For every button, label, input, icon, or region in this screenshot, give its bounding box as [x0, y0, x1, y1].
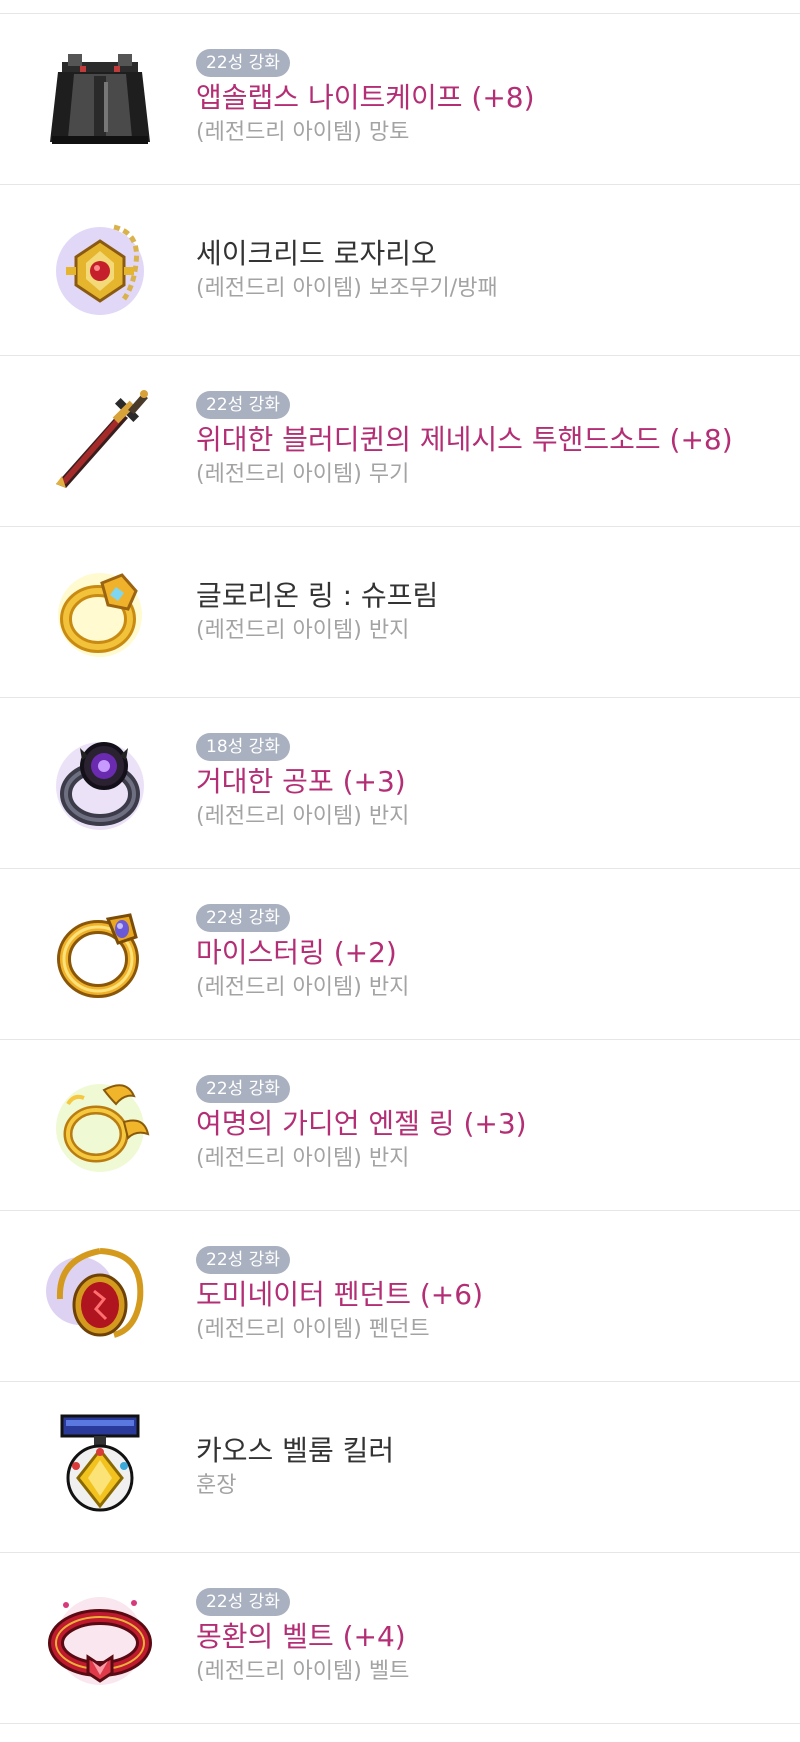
- item-name-text: 마이스터링 (+2): [196, 936, 397, 969]
- list-item[interactable]: 22성 강화 위대한 블러디퀸의 제네시스 투핸드소드 (+8) (레전드리 아…: [0, 356, 800, 527]
- item-info: 글로리온 링 : 슈프림 (레전드리 아이템) 반지: [196, 527, 780, 697]
- list-item[interactable]: 22성 강화 여명의 가디언 엔젤 링 (+3) (레전드리 아이템) 반지: [0, 1040, 800, 1211]
- medal-icon: [44, 1410, 156, 1522]
- item-name-text: 몽환의 벨트 (+4): [196, 1620, 406, 1653]
- ring-gold-icon: [44, 555, 156, 667]
- ring-dark-icon: [44, 726, 156, 838]
- list-item[interactable]: 22성 강화 마이스터링 (+2) (레전드리 아이템) 반지: [0, 869, 800, 1040]
- cape-icon: [44, 42, 156, 154]
- item-name: 위대한 블러디퀸의 제네시스 투핸드소드 (+8): [196, 421, 780, 459]
- pendant-icon: [44, 1239, 156, 1351]
- item-name-text: 카오스 벨룸 킬러: [196, 1434, 395, 1467]
- item-info: 22성 강화 위대한 블러디퀸의 제네시스 투핸드소드 (+8) (레전드리 아…: [196, 356, 780, 526]
- item-name: 몽환의 벨트 (+4): [196, 1618, 780, 1656]
- item-category: (레전드리 아이템) 보조무기/방패: [196, 276, 498, 301]
- belt-icon: [44, 1581, 156, 1693]
- list-item[interactable]: 18성 강화 거대한 공포 (+3) (레전드리 아이템) 반지: [0, 698, 800, 869]
- item-info: 22성 강화 도미네이터 펜던트 (+6) (레전드리 아이템) 펜던트: [196, 1211, 780, 1381]
- item-name: 거대한 공포 (+3): [196, 763, 780, 801]
- item-name: 카오스 벨룸 킬러: [196, 1432, 780, 1470]
- item-name-prefix: 위대한 블러디퀸의: [196, 423, 420, 456]
- list-item[interactable]: 22성 강화 몽환의 벨트 (+4) (레전드리 아이템) 벨트: [0, 1553, 800, 1724]
- sword-icon: [44, 384, 156, 496]
- item-info: 22성 강화 몽환의 벨트 (+4) (레전드리 아이템) 벨트: [196, 1553, 780, 1723]
- enhancement-badge: 18성 강화: [196, 733, 290, 761]
- list-item[interactable]: 글로리온 링 : 슈프림 (레전드리 아이템) 반지: [0, 527, 800, 698]
- item-name: 마이스터링 (+2): [196, 934, 780, 972]
- list-item[interactable]: 22성 강화 앱솔랩스 나이트케이프 (+8) (레전드리 아이템) 망토: [0, 14, 800, 185]
- list-item[interactable]: 세이크리드 로자리오 (레전드리 아이템) 보조무기/방패: [0, 185, 800, 356]
- item-category: (레전드리 아이템) 벨트: [196, 1659, 410, 1684]
- item-name-text: 앱솔랩스 나이트케이프 (+8): [196, 81, 535, 114]
- enhancement-badge: 22성 강화: [196, 1075, 290, 1103]
- item-info: 22성 강화 앱솔랩스 나이트케이프 (+8) (레전드리 아이템) 망토: [196, 14, 780, 184]
- ring-angel-icon: [44, 1068, 156, 1180]
- item-category: 훈장: [196, 1473, 237, 1498]
- item-category: (레전드리 아이템) 반지: [196, 618, 410, 643]
- list-item[interactable]: 카오스 벨룸 킬러 훈장: [0, 1382, 800, 1553]
- equipment-list: 22성 강화 앱솔랩스 나이트케이프 (+8) (레전드리 아이템) 망토 세이…: [0, 14, 800, 1724]
- item-category: (레전드리 아이템) 망토: [196, 120, 410, 145]
- item-info: 세이크리드 로자리오 (레전드리 아이템) 보조무기/방패: [196, 185, 780, 355]
- item-info: 카오스 벨룸 킬러 훈장: [196, 1382, 780, 1552]
- enhancement-badge: 22성 강화: [196, 1588, 290, 1616]
- item-name-text: 글로리온 링 : 슈프림: [196, 579, 439, 612]
- item-name: 도미네이터 펜던트 (+6): [196, 1276, 780, 1314]
- item-info: 22성 강화 마이스터링 (+2) (레전드리 아이템) 반지: [196, 869, 780, 1039]
- item-name-text: 세이크리드 로자리오: [196, 237, 437, 270]
- enhancement-badge: 22성 강화: [196, 904, 290, 932]
- item-category: (레전드리 아이템) 펜던트: [196, 1317, 430, 1342]
- list-item[interactable]: 22성 강화 도미네이터 펜던트 (+6) (레전드리 아이템) 펜던트: [0, 1211, 800, 1382]
- item-name: 앱솔랩스 나이트케이프 (+8): [196, 79, 780, 117]
- top-divider: [0, 0, 800, 14]
- item-category: (레전드리 아이템) 무기: [196, 462, 410, 487]
- item-category: (레전드리 아이템) 반지: [196, 975, 410, 1000]
- item-name-text: 제네시스 투핸드소드 (+8): [419, 423, 733, 456]
- enhancement-badge: 22성 강화: [196, 1246, 290, 1274]
- item-info: 22성 강화 여명의 가디언 엔젤 링 (+3) (레전드리 아이템) 반지: [196, 1040, 780, 1210]
- item-name-text: 거대한 공포 (+3): [196, 765, 406, 798]
- item-name: 여명의 가디언 엔젤 링 (+3): [196, 1105, 780, 1143]
- ring-meister-icon: [44, 897, 156, 1009]
- item-name-text: 도미네이터 펜던트 (+6): [196, 1278, 484, 1311]
- item-name-text: 여명의 가디언 엔젤 링 (+3): [196, 1107, 527, 1140]
- enhancement-badge: 22성 강화: [196, 391, 290, 419]
- enhancement-badge: 22성 강화: [196, 49, 290, 77]
- rosary-icon: [44, 213, 156, 325]
- item-info: 18성 강화 거대한 공포 (+3) (레전드리 아이템) 반지: [196, 698, 780, 868]
- item-name: 글로리온 링 : 슈프림: [196, 577, 780, 615]
- item-category: (레전드리 아이템) 반지: [196, 1146, 410, 1171]
- item-category: (레전드리 아이템) 반지: [196, 804, 410, 829]
- item-name: 세이크리드 로자리오: [196, 235, 780, 273]
